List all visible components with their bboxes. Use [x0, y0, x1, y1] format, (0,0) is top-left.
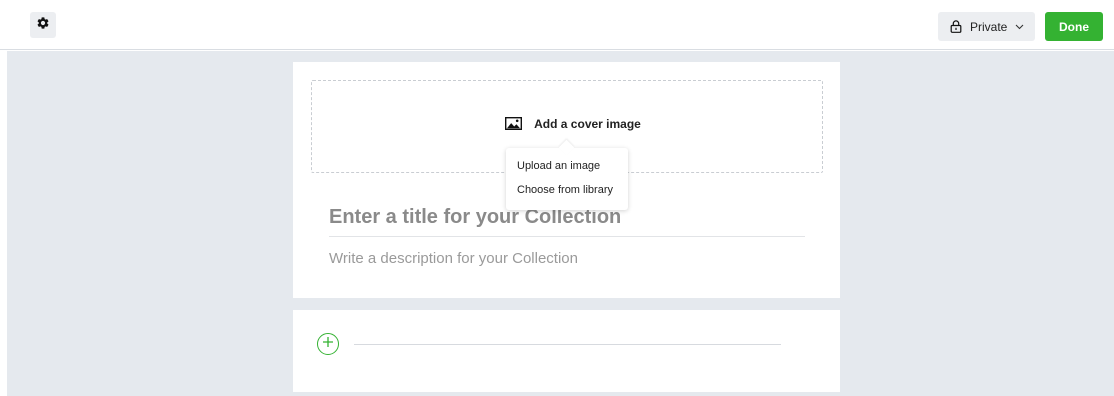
settings-button[interactable]	[30, 12, 56, 38]
collection-items-card	[293, 310, 840, 392]
plus-circle-icon	[322, 335, 334, 353]
upload-image-option[interactable]: Upload an image	[506, 154, 628, 178]
image-icon	[505, 117, 523, 130]
add-item-button[interactable]	[317, 333, 339, 355]
gear-icon	[36, 16, 50, 35]
done-button[interactable]: Done	[1045, 12, 1103, 41]
top-toolbar: Private Done	[0, 0, 1114, 50]
privacy-dropdown[interactable]: Private	[938, 12, 1035, 41]
chevron-down-icon	[1015, 24, 1024, 30]
add-cover-image-button[interactable]: Add a cover image	[505, 117, 641, 131]
collection-description-input[interactable]	[329, 246, 805, 270]
cover-image-menu: Upload an image Choose from library	[506, 148, 628, 210]
cover-image-label: Add a cover image	[534, 116, 641, 131]
divider	[354, 344, 781, 345]
lock-icon	[950, 20, 962, 33]
choose-from-library-option[interactable]: Choose from library	[506, 178, 628, 202]
privacy-label: Private	[970, 19, 1008, 34]
